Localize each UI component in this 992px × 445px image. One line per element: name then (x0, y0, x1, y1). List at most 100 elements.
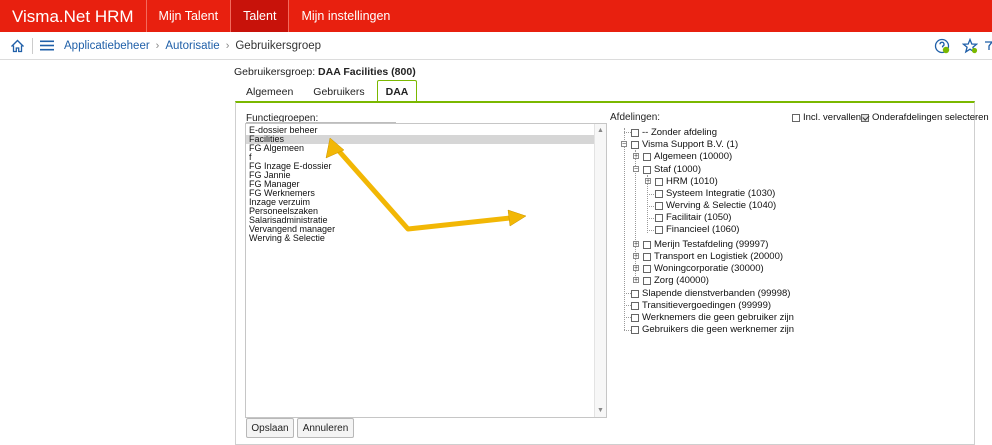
tree-node-financieel[interactable]: Financieel (1060) (655, 224, 739, 235)
nav-mijn-talent[interactable]: Mijn Talent (147, 0, 232, 32)
tree-label: Woningcorporatie (30000) (654, 263, 764, 274)
tree-guide (624, 132, 631, 133)
tree-label: Transport en Logistiek (20000) (654, 251, 784, 262)
tree-node-merijn-testafdeling[interactable]: Merijn Testafdeling (99997) (643, 239, 768, 250)
tree-label: Visma Support B.V. (1) (642, 139, 739, 150)
app-brand[interactable]: Visma.Net HRM (0, 0, 147, 32)
tree-node-transitievergoedingen[interactable]: Transitievergoedingen (99999) (631, 300, 771, 311)
tree-node-algemeen[interactable]: Algemeen (10000) (643, 151, 732, 162)
tree-node-slapende-dienstverbanden[interactable]: Slapende dienstverbanden (99998) (631, 288, 790, 299)
tree-checkbox[interactable] (655, 201, 663, 210)
expand-icon[interactable]: + (633, 265, 639, 272)
tree-guide (647, 194, 654, 195)
tree-node-woningcorporatie[interactable]: Woningcorporatie (30000) (643, 263, 764, 274)
tree-checkbox[interactable] (631, 128, 639, 137)
tree-label: Zorg (40000) (654, 275, 709, 286)
tree-guide (624, 128, 625, 330)
tree-label: -- Zonder afdeling (642, 127, 717, 138)
tree-node-zonder-afdeling[interactable]: -- Zonder afdeling (631, 127, 717, 138)
tree-node-zorg[interactable]: Zorg (40000) (643, 275, 709, 286)
breadcrumb-autorisatie[interactable]: Autorisatie (165, 40, 219, 52)
tree-node-hrm[interactable]: HRM (1010) (655, 176, 718, 187)
tree-label: Facilitair (1050) (666, 212, 732, 223)
chevron-right-icon: › (225, 39, 230, 52)
onderafdelingen-label: Onderafdelingen selecteren (872, 112, 989, 123)
onderafdelingen-checkbox[interactable] (861, 113, 869, 122)
hamburger-menu-icon[interactable] (40, 40, 54, 51)
help-icon[interactable] (934, 38, 950, 54)
tree-checkbox[interactable] (643, 165, 651, 174)
tree-guide (647, 218, 654, 219)
tree-node-werknemers-geen-gebruiker[interactable]: Werknemers die geen gebruiker zijn (631, 312, 794, 323)
tree-checkbox[interactable] (631, 289, 639, 298)
nav-mijn-instellingen[interactable]: Mijn instellingen (289, 0, 402, 32)
tree-checkbox[interactable] (631, 140, 639, 149)
expand-icon[interactable]: + (633, 277, 639, 284)
tree-node-facilitair[interactable]: Facilitair (1050) (655, 212, 731, 223)
incl-vervallen-option[interactable]: Incl. vervallen (792, 112, 861, 123)
tree-node-transport-logistiek[interactable]: Transport en Logistiek (20000) (643, 251, 783, 262)
chevron-right-icon: › (155, 39, 160, 52)
tree-checkbox[interactable] (631, 301, 639, 310)
expand-icon[interactable]: + (633, 153, 639, 160)
tree-label: Transitievergoedingen (99999) (642, 300, 772, 311)
breadcrumb-gebruikersgroep: Gebruikersgroep (235, 39, 322, 52)
tree-label: Gebruikers die geen werknemer zijn (642, 324, 795, 335)
tree-checkbox[interactable] (655, 177, 663, 186)
tree-checkbox[interactable] (643, 264, 651, 273)
nav-talent[interactable]: Talent (231, 0, 290, 32)
scroll-up-icon[interactable]: ▲ (597, 127, 604, 134)
tree-node-systeem-integratie[interactable]: Systeem Integratie (1030) (655, 188, 775, 199)
tree-label: Werknemers die geen gebruiker zijn (642, 312, 794, 323)
favorite-star-icon[interactable] (962, 37, 978, 54)
expand-icon[interactable]: + (633, 241, 639, 248)
tree-checkbox[interactable] (631, 325, 639, 334)
tree-checkbox[interactable] (631, 313, 639, 322)
tree-checkbox[interactable] (655, 213, 663, 222)
tree-node-staf[interactable]: Staf (1000) (643, 164, 701, 175)
expand-icon[interactable]: + (633, 253, 639, 260)
tree-label: Werving & Selectie (1040) (666, 200, 777, 211)
tree-label: Merijn Testafdeling (99997) (654, 239, 769, 250)
breadcrumb-applicatiebeheer[interactable]: Applicatiebeheer (64, 40, 150, 52)
tree-guide (647, 206, 654, 207)
page-heading: Gebruikersgroep: DAA Facilities (800) (234, 66, 416, 78)
onderafdelingen-option[interactable]: Onderafdelingen selecteren (861, 112, 989, 123)
incl-vervallen-checkbox[interactable] (792, 113, 800, 122)
cancel-button[interactable]: Annuleren (297, 418, 354, 438)
save-button[interactable]: Opslaan (246, 418, 294, 438)
expand-icon[interactable]: + (645, 178, 651, 185)
tree-node-visma-support[interactable]: Visma Support B.V. (1) (631, 139, 738, 150)
tree-node-gebruikers-geen-werknemer[interactable]: Gebruikers die geen werknemer zijn (631, 324, 794, 335)
tree-guide (624, 317, 631, 318)
tree-label: Systeem Integratie (1030) (666, 188, 776, 199)
afdelingen-label: Afdelingen: (610, 112, 661, 123)
yellow-arrow-annotation (325, 137, 527, 232)
tree-label: HRM (1010) (666, 176, 718, 187)
incl-vervallen-label: Incl. vervallen (803, 112, 862, 123)
home-icon[interactable] (10, 39, 25, 53)
heading-value: DAA Facilities (800) (318, 66, 416, 78)
tree-label: Staf (1000) (654, 164, 701, 175)
tree-checkbox[interactable] (643, 240, 651, 249)
top-navigation-bar: Visma.Net HRM Mijn Talent Talent Mijn in… (0, 0, 992, 32)
listbox-scrollbar[interactable]: ▲ ▼ (594, 124, 606, 417)
tree-guide (624, 293, 631, 294)
filter-icon[interactable] (984, 39, 992, 53)
tree-label: Financieel (1060) (666, 224, 740, 235)
breadcrumb-bar: Applicatiebeheer › Autorisatie › Gebruik… (0, 32, 992, 60)
tree-checkbox[interactable] (655, 225, 663, 234)
tree-checkbox[interactable] (643, 276, 651, 285)
tree-guide (624, 305, 631, 306)
heading-label: Gebruikersgroep: (234, 66, 316, 78)
tree-checkbox[interactable] (655, 189, 663, 198)
scroll-down-icon[interactable]: ▼ (597, 407, 604, 414)
collapse-icon[interactable]: − (633, 166, 639, 173)
collapse-icon[interactable]: − (621, 141, 627, 148)
tree-label: Slapende dienstverbanden (99998) (642, 288, 791, 299)
tree-checkbox[interactable] (643, 252, 651, 261)
tree-guide (647, 230, 654, 231)
tree-node-werving-selectie[interactable]: Werving & Selectie (1040) (655, 200, 776, 211)
tree-checkbox[interactable] (643, 152, 651, 161)
divider (32, 37, 33, 54)
